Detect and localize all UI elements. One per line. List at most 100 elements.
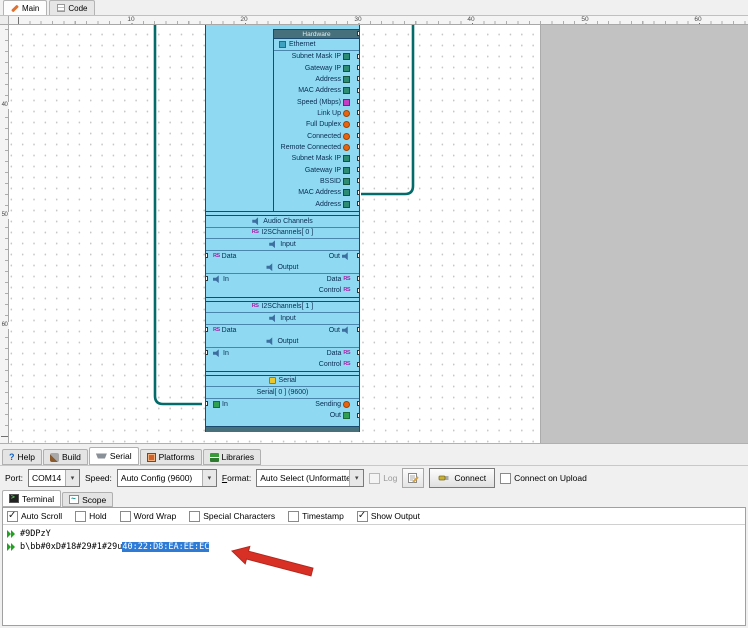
- pin-label: Out: [330, 412, 341, 419]
- design-canvas[interactable]: Hardware Ethernet Subnet Mask IP Gateway…: [9, 25, 748, 443]
- pin-connector[interactable]: [357, 76, 360, 81]
- tab-build[interactable]: Build: [43, 449, 88, 465]
- pin-connector[interactable]: [357, 276, 360, 281]
- pin-connector[interactable]: [357, 122, 360, 127]
- pin-connector[interactable]: [357, 327, 360, 332]
- document-tabbar: Main Code: [0, 0, 748, 16]
- network-pin-icon: [343, 76, 350, 83]
- tab-platforms[interactable]: Platforms: [140, 449, 202, 465]
- input-title: Input: [280, 315, 296, 322]
- log-checkbox[interactable]: [369, 473, 380, 484]
- pin-label: Gateway IP: [305, 65, 341, 72]
- tab-help-label: Help: [18, 452, 35, 462]
- special-characters-checkbox[interactable]: [189, 511, 200, 522]
- wire-to-serial-in[interactable]: [155, 25, 202, 404]
- pin-connector[interactable]: [357, 133, 360, 138]
- tab-main[interactable]: Main: [3, 0, 47, 15]
- speaker-icon: [269, 240, 277, 248]
- chevron-down-icon: [202, 470, 216, 486]
- ethernet-pin-row: BSSID: [274, 176, 359, 187]
- pin-connector[interactable]: [357, 350, 360, 355]
- format-select[interactable]: Auto Select (Unformatted): [256, 469, 364, 487]
- pin-connector[interactable]: [357, 54, 360, 59]
- special-characters-label: Special Characters: [203, 511, 275, 521]
- pin-row: In Data: [206, 348, 359, 360]
- tab-help[interactable]: Help: [2, 449, 42, 465]
- tab-terminal[interactable]: Terminal: [2, 490, 61, 507]
- ethernet-pin-row: Subnet Mask IP: [274, 51, 359, 62]
- received-data-icon: [6, 542, 16, 552]
- connect-button[interactable]: Connect: [429, 468, 495, 488]
- word-wrap-checkbox[interactable]: [120, 511, 131, 522]
- pin-connector[interactable]: [357, 167, 360, 172]
- pin-connector[interactable]: [357, 190, 360, 195]
- pin-connector[interactable]: [357, 65, 360, 70]
- pin-connector[interactable]: [357, 401, 360, 406]
- show-output-label: Show Output: [371, 511, 420, 521]
- pin-label: Data: [327, 350, 342, 357]
- timestamp-label: Timestamp: [302, 511, 344, 521]
- connect-on-upload-checkbox[interactable]: [500, 473, 511, 484]
- tab-platforms-label: Platforms: [159, 452, 195, 462]
- pin-connector[interactable]: [357, 288, 360, 293]
- speaker-icon: [213, 275, 221, 283]
- pin-connector[interactable]: [205, 327, 208, 332]
- pin-connector[interactable]: [357, 201, 360, 206]
- pin-connector[interactable]: [357, 413, 360, 418]
- tab-libraries[interactable]: Libraries: [203, 449, 262, 465]
- wire-from-mac-address[interactable]: [361, 25, 413, 194]
- pin-connector[interactable]: [357, 144, 360, 149]
- tab-code[interactable]: Code: [49, 0, 95, 15]
- speed-select[interactable]: Auto Config (9600): [117, 469, 217, 487]
- auto-scroll-checkbox[interactable]: [7, 511, 18, 522]
- port-select[interactable]: COM14: [28, 469, 80, 487]
- log-file-icon: [407, 472, 419, 484]
- i2s-channel0-header: I2SChannels[ 0 ]: [206, 228, 359, 240]
- hold-checkbox[interactable]: [75, 511, 86, 522]
- pin-connector[interactable]: [205, 401, 208, 406]
- panel-tabbar: Help Build Serial Platforms Libraries: [2, 447, 262, 465]
- log-file-button[interactable]: [402, 468, 424, 488]
- ethernet-pin-row: MAC Address: [274, 85, 359, 96]
- ruler-number: 60: [0, 322, 9, 329]
- chevron-down-icon: [65, 470, 79, 486]
- terminal-output[interactable]: #9DPzY b\bb#0xD#18#29#1#29u40:22:D8:EA:E…: [3, 525, 745, 553]
- received-data-icon: [6, 529, 16, 539]
- timestamp-option: Timestamp: [288, 511, 344, 522]
- ruler-number: 10: [126, 16, 135, 23]
- component-block[interactable]: Hardware Ethernet Subnet Mask IP Gateway…: [205, 25, 360, 432]
- pin-connector[interactable]: [357, 178, 360, 183]
- network-pin-icon: [343, 189, 350, 196]
- pin-connector[interactable]: [357, 88, 360, 93]
- pin-connector[interactable]: [357, 99, 360, 104]
- terminal-panel: Auto Scroll Hold Word Wrap Special Chara…: [2, 507, 746, 626]
- chevron-down-icon: [349, 470, 363, 486]
- pin-label: Data: [327, 276, 342, 283]
- pin-connector[interactable]: [205, 253, 208, 258]
- terminal-options: Auto Scroll Hold Word Wrap Special Chara…: [3, 508, 745, 525]
- horizontal-ruler: 10 20 30 40 50 60: [9, 16, 748, 25]
- show-output-checkbox[interactable]: [357, 511, 368, 522]
- i2s-channel0-title: I2SChannels[ 0 ]: [261, 229, 313, 236]
- i2s-icon: [252, 303, 259, 310]
- timestamp-checkbox[interactable]: [288, 511, 299, 522]
- selected-mac-address: 40:22:D8:EA:EE:EC: [122, 542, 209, 552]
- terminal-line: b\bb#0xD#18#29#1#29u40:22:D8:EA:EE:EC: [3, 540, 745, 553]
- tab-scope[interactable]: Scope: [62, 492, 113, 507]
- pin-connector[interactable]: [357, 156, 360, 161]
- network-pin-icon: [343, 65, 350, 72]
- platforms-icon: [147, 453, 156, 462]
- tab-serial[interactable]: Serial: [89, 447, 139, 465]
- pin-connector[interactable]: [205, 276, 208, 281]
- pin-label: Address: [315, 201, 341, 208]
- pin-connector[interactable]: [205, 350, 208, 355]
- pin-row: In Data: [206, 274, 359, 286]
- pin-label: Subnet Mask IP: [292, 53, 341, 60]
- pin-connector[interactable]: [357, 253, 360, 258]
- connect-button-label: Connect: [454, 473, 486, 483]
- terminal-text-prefix: b\bb#0xD#18#29#1#29u: [20, 542, 122, 552]
- hardware-section-band: Hardware: [274, 30, 359, 39]
- pin-connector[interactable]: [357, 110, 360, 115]
- pin-connector[interactable]: [357, 31, 359, 36]
- pin-connector[interactable]: [357, 362, 360, 367]
